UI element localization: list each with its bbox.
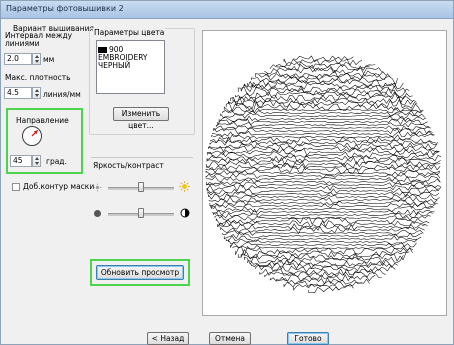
angle-unit: град. bbox=[46, 157, 67, 166]
window-title: Параметры фотовышивки 2 bbox=[6, 4, 124, 13]
line-spacing-input[interactable]: 2.0 bbox=[4, 53, 32, 65]
refresh-preview-button[interactable]: Обновить просмотр bbox=[96, 265, 184, 280]
stitch-preview-image bbox=[205, 55, 442, 294]
finish-button[interactable]: Готово bbox=[287, 332, 329, 345]
angle-stepper[interactable] bbox=[32, 155, 41, 167]
low-brightness-icon bbox=[93, 183, 102, 192]
stitch-lines bbox=[205, 55, 442, 294]
color-name: ЧЕРНЫЙ bbox=[98, 61, 131, 70]
title-bar: Параметры фотовышивки 2 bbox=[1, 1, 453, 19]
direction-label: Направление bbox=[16, 116, 69, 125]
stitch-preview-area bbox=[202, 30, 447, 316]
photo-stitch-dialog: Параметры фотовышивки 2 Вариант вышивани… bbox=[0, 0, 454, 345]
line-spacing-unit: мм bbox=[43, 55, 55, 64]
mask-outline-checkbox[interactable] bbox=[12, 183, 20, 191]
line-spacing-stepper[interactable] bbox=[32, 53, 41, 65]
brightness-contrast-label: Яркость/контраст bbox=[93, 161, 164, 170]
max-density-input[interactable]: 4.5 bbox=[4, 87, 32, 99]
high-contrast-icon bbox=[180, 208, 190, 218]
change-color-button[interactable]: Изменить цвет... bbox=[113, 107, 169, 130]
high-brightness-icon bbox=[179, 181, 190, 192]
mask-outline-label: Доб.контур маски bbox=[23, 182, 95, 191]
color-list[interactable]: 900 EMBROIDERY ЧЕРНЫЙ bbox=[96, 40, 165, 94]
cancel-button[interactable]: Отмена bbox=[209, 332, 251, 345]
line-spacing-label: Интервал между линиями bbox=[5, 31, 73, 48]
low-contrast-icon bbox=[94, 210, 101, 217]
brightness-slider-thumb[interactable] bbox=[138, 182, 144, 192]
contrast-slider-thumb[interactable] bbox=[138, 208, 144, 218]
direction-dial[interactable] bbox=[21, 125, 45, 147]
back-button[interactable]: < Назад bbox=[147, 332, 189, 345]
separator bbox=[91, 157, 193, 158]
max-density-unit: линия/мм bbox=[43, 90, 81, 99]
angle-input[interactable]: 45 bbox=[10, 155, 32, 167]
max-density-label: Макс. плотность bbox=[5, 73, 71, 82]
max-density-stepper[interactable] bbox=[32, 87, 41, 99]
color-group-label: Параметры цвета bbox=[93, 28, 166, 37]
